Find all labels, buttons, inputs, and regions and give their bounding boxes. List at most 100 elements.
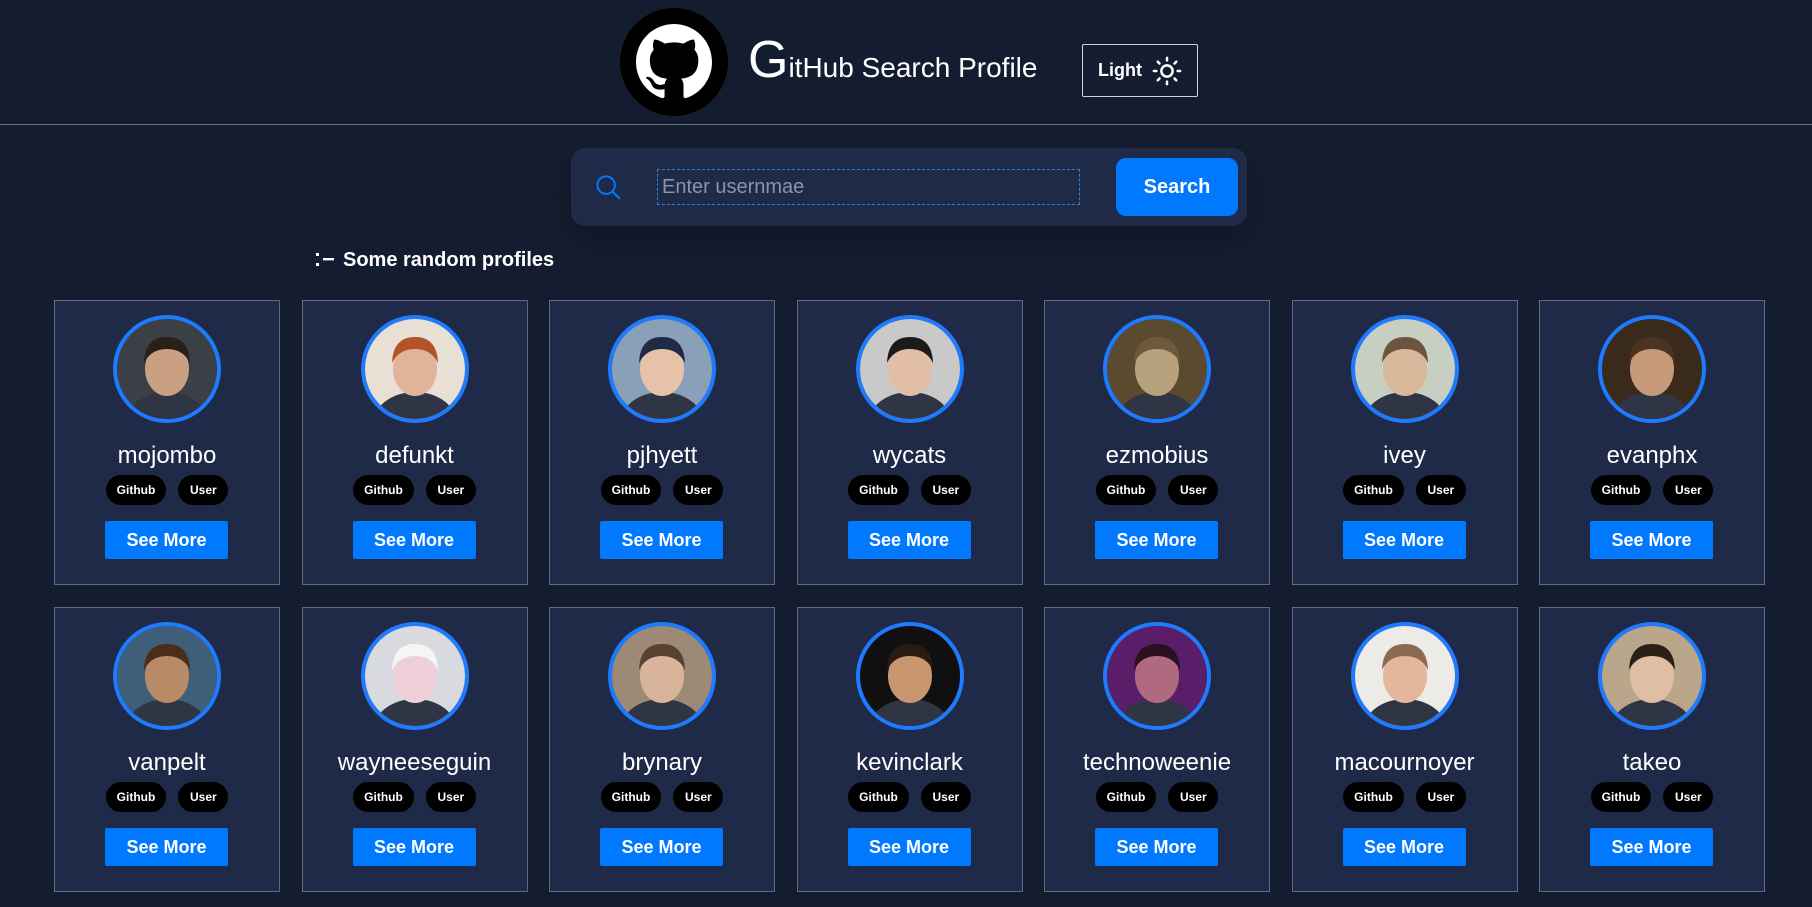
profile-card: wayneeseguin Github User See More <box>301 607 528 892</box>
tag-user: User <box>1168 475 1219 505</box>
tag-github: Github <box>353 782 414 812</box>
profile-tags: Github User <box>1293 475 1517 505</box>
search-button[interactable]: Search <box>1116 158 1238 216</box>
search-input[interactable] <box>657 169 1080 205</box>
profile-tags: Github User <box>1540 475 1764 505</box>
avatar <box>1350 622 1459 730</box>
see-more-button[interactable]: See More <box>847 828 971 866</box>
profile-tags: Github User <box>1045 475 1269 505</box>
profile-card: vanpelt Github User See More <box>54 607 280 892</box>
tag-user: User <box>1663 782 1714 812</box>
tag-user: User <box>425 782 476 812</box>
profile-card: defunkt Github User See More <box>301 300 528 585</box>
profile-tags: Github User <box>303 782 527 812</box>
profile-card: ezmobius Github User See More <box>1044 300 1270 585</box>
see-more-button[interactable]: See More <box>600 521 723 559</box>
app-title: G itHub Search Profile <box>748 30 1037 90</box>
search-icon <box>596 175 621 200</box>
see-more-button[interactable]: See More <box>1095 828 1218 866</box>
section-heading: Some random profiles <box>315 246 554 274</box>
profile-username: mojombo <box>117 442 217 469</box>
profile-username: pjhyett <box>626 442 698 469</box>
tag-user: User <box>920 782 971 812</box>
avatar <box>1598 622 1706 730</box>
see-more-button[interactable]: See More <box>1590 828 1713 866</box>
profile-username: macournoyer <box>1334 749 1475 776</box>
profile-username: vanpelt <box>128 749 206 776</box>
profile-card: technoweenie Github User See More <box>1044 607 1270 892</box>
profile-tags: Github User <box>55 475 279 505</box>
tag-github: Github <box>1095 782 1157 812</box>
avatar <box>360 315 469 423</box>
tag-github: Github <box>105 475 167 505</box>
tag-github: Github <box>1343 475 1404 505</box>
avatar <box>1103 622 1211 730</box>
see-more-button[interactable]: See More <box>1590 521 1713 559</box>
avatar <box>113 315 221 423</box>
see-more-button[interactable]: See More <box>847 521 971 559</box>
tag-user: User <box>1415 782 1466 812</box>
avatar <box>1350 315 1459 423</box>
tag-github: Github <box>1590 782 1652 812</box>
avatar <box>113 622 221 730</box>
profile-tags: Github User <box>550 782 774 812</box>
profile-username: brynary <box>621 749 703 776</box>
tag-github: Github <box>353 475 414 505</box>
avatar <box>608 315 716 423</box>
app-title-rest: itHub Search Profile <box>788 52 1038 83</box>
tag-user: User <box>1663 475 1714 505</box>
profile-tags: Github User <box>1045 782 1269 812</box>
tag-github: Github <box>1343 782 1404 812</box>
see-more-button[interactable]: See More <box>1342 521 1466 559</box>
profile-card: mojombo Github User See More <box>54 300 280 585</box>
tag-github: Github <box>1590 475 1652 505</box>
profile-card: pjhyett Github User See More <box>549 300 775 585</box>
search-bar: Search <box>571 148 1247 226</box>
profile-username: ezmobius <box>1105 442 1209 469</box>
tag-user: User <box>1168 782 1219 812</box>
profile-card: macournoyer Github User See More <box>1291 607 1518 892</box>
app-title-initial: G <box>748 31 789 89</box>
see-more-button[interactable]: See More <box>352 521 476 559</box>
sun-icon <box>1152 56 1182 85</box>
avatar <box>608 622 716 730</box>
profile-grid: mojombo Github User See More defunkt Git… <box>54 300 1766 892</box>
profile-card: kevinclark Github User See More <box>796 607 1023 892</box>
profile-tags: Github User <box>303 475 527 505</box>
list-icon <box>316 253 334 266</box>
see-more-button[interactable]: See More <box>1095 521 1218 559</box>
avatar <box>1103 315 1211 423</box>
avatar <box>855 622 964 730</box>
see-more-button[interactable]: See More <box>352 828 476 866</box>
tag-github: Github <box>1095 475 1157 505</box>
profile-username: wycats <box>872 442 947 469</box>
see-more-button[interactable]: See More <box>1342 828 1466 866</box>
profile-tags: Github User <box>1540 782 1764 812</box>
avatar <box>1598 315 1706 423</box>
tag-user: User <box>178 475 229 505</box>
profile-tags: Github User <box>55 782 279 812</box>
profile-card: brynary Github User See More <box>549 607 775 892</box>
profile-username: technoweenie <box>1082 749 1232 776</box>
see-more-button[interactable]: See More <box>105 828 228 866</box>
profile-username: evanphx <box>1606 442 1698 469</box>
tag-user: User <box>1415 475 1466 505</box>
see-more-button[interactable]: See More <box>600 828 723 866</box>
profile-card: ivey Github User See More <box>1291 300 1518 585</box>
tag-user: User <box>673 475 724 505</box>
profile-tags: Github User <box>1293 782 1517 812</box>
profile-card: evanphx Github User See More <box>1539 300 1765 585</box>
github-octocat-icon <box>620 8 728 116</box>
theme-toggle-button[interactable]: Light <box>1082 44 1198 97</box>
profile-username: ivey <box>1383 442 1426 469</box>
profile-username: wayneeseguin <box>337 749 492 776</box>
tag-user: User <box>425 475 476 505</box>
tag-github: Github <box>105 782 167 812</box>
avatar <box>360 622 469 730</box>
tag-github: Github <box>600 475 662 505</box>
profile-card: wycats Github User See More <box>796 300 1023 585</box>
avatar <box>855 315 964 423</box>
profile-tags: Github User <box>798 782 1022 812</box>
tag-user: User <box>673 782 724 812</box>
see-more-button[interactable]: See More <box>105 521 228 559</box>
